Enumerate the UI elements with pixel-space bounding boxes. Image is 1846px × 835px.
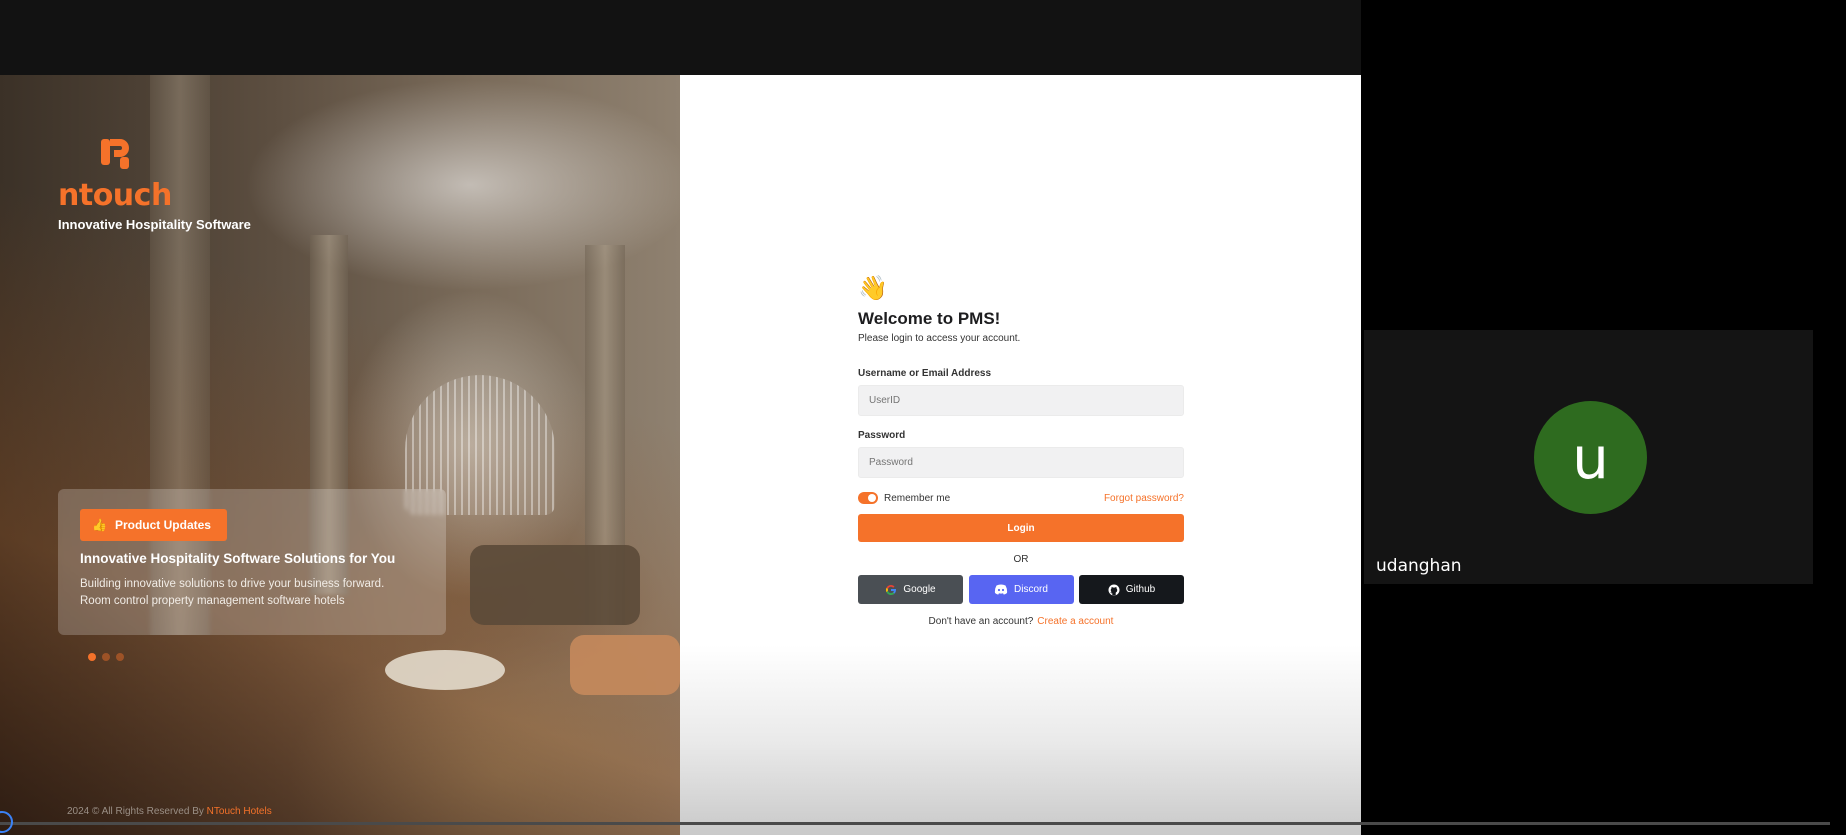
update-title: Innovative Hospitality Software Solution… bbox=[80, 551, 396, 566]
hero-panel: ntouch Innovative Hospitality Software 👍… bbox=[0, 75, 680, 835]
hero-sofa bbox=[470, 545, 640, 625]
no-account-text: Don't have an account? bbox=[928, 616, 1034, 627]
brand-logo: ntouch bbox=[58, 137, 172, 213]
participant-name: udanghan bbox=[1376, 556, 1462, 576]
meeting-top-bar bbox=[0, 0, 1361, 75]
ntouch-logo-icon bbox=[101, 139, 129, 169]
avatar: u bbox=[1534, 401, 1647, 514]
update-desc-line: Room control property management softwar… bbox=[80, 595, 345, 607]
login-subtitle: Please login to access your account. bbox=[858, 333, 1021, 344]
username-label: Username or Email Address bbox=[858, 368, 992, 379]
update-description: Building innovative solutions to drive y… bbox=[80, 576, 424, 610]
username-input[interactable] bbox=[858, 385, 1184, 416]
create-account-link[interactable]: Create a account bbox=[1037, 616, 1113, 627]
password-input[interactable] bbox=[858, 447, 1184, 478]
carousel-dot-3[interactable] bbox=[116, 653, 124, 661]
remember-toggle[interactable] bbox=[858, 492, 878, 504]
github-label: Github bbox=[1125, 584, 1156, 595]
remember-me[interactable]: Remember me bbox=[858, 492, 950, 504]
waving-hand-icon: 👋 bbox=[858, 275, 888, 302]
badge-label: Product Updates bbox=[114, 518, 211, 532]
google-label: Google bbox=[903, 584, 936, 595]
discord-label: Discord bbox=[1014, 584, 1048, 595]
google-login-button[interactable]: Google bbox=[858, 575, 963, 604]
discord-icon bbox=[994, 584, 1008, 595]
carousel-dot-2[interactable] bbox=[102, 653, 110, 661]
hero-table bbox=[385, 650, 505, 690]
copyright-text: 2024 © All Rights Reserved By bbox=[67, 806, 207, 817]
signup-row: Don't have an account? Create a account bbox=[858, 616, 1184, 627]
company-link[interactable]: NTouch Hotels bbox=[207, 806, 272, 817]
password-label: Password bbox=[858, 430, 906, 441]
carousel-dots bbox=[88, 653, 124, 661]
carousel-dot-1[interactable] bbox=[88, 653, 96, 661]
login-title: Welcome to PMS! bbox=[858, 309, 1001, 328]
or-divider: OR bbox=[1013, 554, 1029, 565]
remember-label: Remember me bbox=[884, 492, 951, 504]
github-icon bbox=[1108, 584, 1120, 595]
copyright: 2024 © All Rights Reserved By NTouch Hot… bbox=[67, 806, 272, 817]
hero-ottoman bbox=[570, 635, 680, 695]
discord-login-button[interactable]: Discord bbox=[968, 575, 1074, 604]
brand-tagline: Innovative Hospitality Software bbox=[58, 217, 251, 232]
login-form: 👋 Welcome to PMS! Please login to access… bbox=[858, 275, 1184, 627]
github-login-button[interactable]: Github bbox=[1079, 575, 1184, 604]
shared-screen: ntouch Innovative Hospitality Software 👍… bbox=[0, 75, 1361, 835]
brand-name: ntouch bbox=[58, 178, 172, 213]
remember-row: Remember me Forgot password? bbox=[858, 492, 1184, 504]
participant-tile[interactable]: u udanghan bbox=[1364, 330, 1813, 584]
thumbs-up-icon: 👍 bbox=[92, 518, 107, 532]
login-panel: 👋 Welcome to PMS! Please login to access… bbox=[680, 75, 1361, 835]
product-updates-badge[interactable]: 👍 Product Updates bbox=[80, 509, 227, 541]
update-desc-line: Building innovative solutions to drive y… bbox=[80, 578, 385, 590]
product-update-card: 👍 Product Updates Innovative Hospitality… bbox=[58, 489, 446, 635]
login-button[interactable]: Login bbox=[858, 514, 1184, 542]
video-progress-bar[interactable] bbox=[0, 822, 1830, 825]
google-icon bbox=[886, 584, 897, 595]
forgot-password-link[interactable]: Forgot password? bbox=[1104, 493, 1184, 504]
social-login-row: Google Discord Github bbox=[858, 575, 1184, 604]
